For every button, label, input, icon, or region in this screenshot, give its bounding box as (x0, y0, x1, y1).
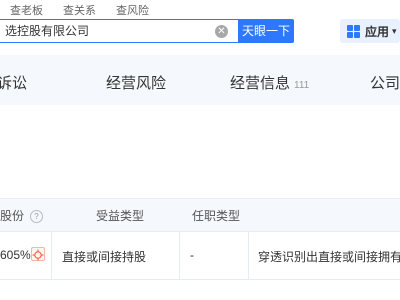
column-divider (51, 232, 52, 280)
search-box: ✕ (0, 19, 238, 43)
category-nav: 诉讼 经营风险 经营信息111 公司发 (0, 55, 400, 105)
header-benefit-type: 受益类型 (96, 209, 145, 223)
category-business-info[interactable]: 经营信息 111 (230, 72, 309, 93)
header-share: 股份? (0, 207, 44, 224)
help-icon[interactable]: ? (30, 210, 44, 223)
chevron-down-icon: ▾ (392, 25, 397, 36)
apps-label: 应用 (365, 24, 390, 39)
table-header: 股份? 受益类型 任职类型 (0, 198, 400, 232)
category-business-risk[interactable]: 经营风险 (106, 72, 166, 93)
equity-chart-icon[interactable] (31, 247, 45, 261)
search-button[interactable]: 天眼一下 (238, 19, 294, 43)
apps-button[interactable]: 应用 ▾ (340, 19, 400, 43)
tab-boss[interactable]: 查老板 (10, 4, 43, 18)
header-position-type: 任职类型 (192, 209, 241, 223)
search-input[interactable] (5, 20, 205, 42)
column-divider (179, 232, 180, 280)
search-tabs: 查老板 查关系 查风险 (10, 4, 169, 18)
category-business-info-count: 111 (294, 80, 310, 91)
equity-chart-glyph (32, 249, 44, 261)
column-divider (248, 232, 249, 280)
benefit-type-value: 直接或间接持股 (62, 250, 147, 264)
header-share-label: 股份 (0, 209, 25, 223)
category-litigation[interactable]: 诉讼 (0, 72, 27, 93)
category-company-development[interactable]: 公司发 (370, 72, 400, 93)
position-value: - (190, 248, 194, 262)
tab-risk[interactable]: 查风险 (116, 4, 149, 18)
apps-grid-icon (347, 24, 360, 38)
tab-relation[interactable]: 查关系 (63, 4, 96, 18)
search-header: 查老板 查关系 查风险 ✕ 天眼一下 应用 ▾ (0, 0, 400, 50)
category-business-info-label: 经营信息 (230, 75, 291, 92)
table-row: 605% 直接或间接持股 - 穿透识别出直接或间接拥有 (0, 232, 400, 280)
share-value: 605% (0, 248, 31, 262)
note-value: 穿透识别出直接或间接拥有 (258, 250, 400, 264)
clear-icon[interactable]: ✕ (215, 25, 228, 38)
